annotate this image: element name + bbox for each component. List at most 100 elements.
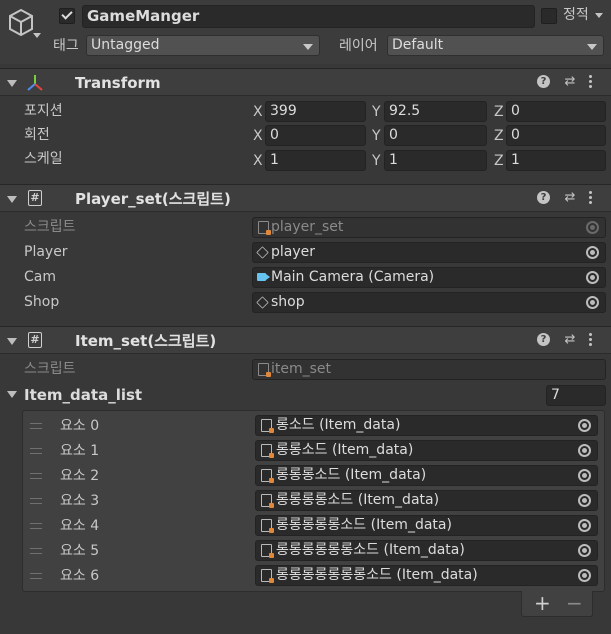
- drag-handle-icon[interactable]: [30, 548, 42, 554]
- script-field: player_set: [252, 217, 606, 238]
- rotation-label: 회전: [24, 127, 50, 143]
- scriptable-object-icon: [261, 494, 274, 508]
- list-foldout-arrow-icon[interactable]: [7, 391, 17, 398]
- object-picker-icon: [586, 221, 599, 234]
- object-picker-icon[interactable]: [578, 544, 591, 557]
- element-label: 요소 5: [60, 543, 100, 559]
- remove-element-button[interactable]: −: [566, 592, 583, 614]
- player-field[interactable]: player: [252, 242, 606, 263]
- icon-dropdown-arrow-icon[interactable]: [33, 33, 41, 38]
- position-z-field[interactable]: 0: [506, 101, 606, 122]
- element-field[interactable]: 롱롱롱롱롱소드 (Item_data): [255, 515, 598, 536]
- object-picker-icon[interactable]: [586, 246, 599, 259]
- object-picker-icon[interactable]: [578, 569, 591, 582]
- transform-title: Transform: [75, 74, 161, 92]
- axis-x-label[interactable]: X: [253, 152, 263, 170]
- element-field[interactable]: 롱롱소드 (Item_data): [255, 440, 598, 461]
- drag-handle-icon[interactable]: [30, 573, 42, 579]
- script-asset-icon: [258, 221, 271, 235]
- active-toggle[interactable]: [59, 8, 75, 24]
- kebab-menu-icon[interactable]: [588, 332, 594, 348]
- object-picker-icon[interactable]: [586, 271, 599, 284]
- item-set-header[interactable]: # Item_set(스크립트) ? ⇄: [0, 326, 611, 354]
- shop-field[interactable]: shop: [252, 292, 606, 313]
- script-icon: #: [28, 190, 42, 206]
- object-picker-icon[interactable]: [578, 469, 591, 482]
- scale-x-field[interactable]: 1: [265, 150, 366, 171]
- foldout-arrow-icon[interactable]: [7, 196, 17, 203]
- object-name-field[interactable]: GameManger: [82, 5, 535, 28]
- help-icon[interactable]: ?: [537, 333, 550, 346]
- element-value: 롱롱소드 (Item_data): [276, 442, 414, 458]
- axis-x-label[interactable]: X: [253, 103, 263, 121]
- element-field[interactable]: 롱롱롱롱롱롱롱소드 (Item_data): [255, 565, 598, 586]
- gameobject-cube-icon[interactable]: [7, 8, 35, 38]
- position-x-field[interactable]: 399: [265, 101, 366, 122]
- element-field[interactable]: 롱롱롱롱롱롱소드 (Item_data): [255, 540, 598, 561]
- transform-header[interactable]: Transform ? ⇄: [0, 68, 611, 96]
- axis-y-label[interactable]: Y: [372, 127, 381, 145]
- tag-value: Untagged: [91, 37, 160, 53]
- layer-dropdown[interactable]: Default: [387, 35, 604, 56]
- element-value: 롱롱롱롱롱소드 (Item_data): [276, 517, 452, 533]
- scriptable-object-icon: [261, 544, 274, 558]
- element-value: 롱롱롱롱롱롱소드 (Item_data): [276, 542, 465, 558]
- kebab-menu-icon[interactable]: [588, 74, 594, 90]
- help-icon[interactable]: ?: [537, 75, 550, 88]
- tag-label: 태그: [53, 38, 79, 54]
- axis-x-label[interactable]: X: [253, 127, 263, 145]
- element-label: 요소 3: [60, 493, 100, 509]
- axis-z-label[interactable]: Z: [494, 127, 504, 145]
- axis-z-label[interactable]: Z: [494, 152, 504, 170]
- preset-sliders-icon[interactable]: ⇄: [563, 190, 577, 206]
- scale-z-field[interactable]: 1: [506, 150, 606, 171]
- element-field[interactable]: 롱롱롱롱소드 (Item_data): [255, 490, 598, 511]
- shop-label: Shop: [24, 294, 60, 310]
- object-picker-icon[interactable]: [578, 444, 591, 457]
- list-footer: + −: [521, 591, 593, 617]
- drag-handle-icon[interactable]: [30, 523, 42, 529]
- layer-value: Default: [392, 37, 444, 53]
- add-element-button[interactable]: +: [534, 592, 551, 614]
- tag-dropdown[interactable]: Untagged: [86, 35, 320, 56]
- list-item: 요소 0 롱소드 (Item_data) 요소 1 롱롱소드 (Item_dat…: [22, 414, 605, 590]
- object-picker-icon[interactable]: [578, 419, 591, 432]
- foldout-arrow-icon[interactable]: [7, 338, 17, 345]
- scale-y-field[interactable]: 1: [384, 150, 487, 171]
- preset-sliders-icon[interactable]: ⇄: [563, 74, 577, 90]
- static-dropdown-arrow-icon[interactable]: [595, 13, 603, 18]
- element-field[interactable]: 롱롱롱소드 (Item_data): [255, 465, 598, 486]
- help-icon[interactable]: ?: [537, 191, 550, 204]
- player-set-header[interactable]: # Player_set(스크립트) ? ⇄: [0, 184, 611, 212]
- axis-z-label[interactable]: Z: [494, 103, 504, 121]
- drag-handle-icon[interactable]: [30, 473, 42, 479]
- element-value: 롱소드 (Item_data): [276, 417, 401, 433]
- object-picker-icon[interactable]: [586, 296, 599, 309]
- rotation-x-field[interactable]: 0: [265, 125, 366, 146]
- object-picker-icon[interactable]: [578, 519, 591, 532]
- item-set-title: Item_set(스크립트): [75, 332, 217, 350]
- axis-y-label[interactable]: Y: [372, 152, 381, 170]
- foldout-arrow-icon[interactable]: [7, 80, 17, 87]
- object-picker-icon[interactable]: [578, 494, 591, 507]
- axis-y-label[interactable]: Y: [372, 103, 381, 121]
- drag-handle-icon[interactable]: [30, 423, 42, 429]
- script-label: 스크립트: [24, 219, 76, 235]
- scriptable-object-icon: [261, 469, 274, 483]
- rotation-y-field[interactable]: 0: [384, 125, 487, 146]
- cam-field[interactable]: Main Camera (Camera): [252, 267, 606, 288]
- preset-sliders-icon[interactable]: ⇄: [563, 332, 577, 348]
- element-label: 요소 1: [60, 443, 100, 459]
- static-toggle[interactable]: [541, 8, 557, 24]
- drag-handle-icon[interactable]: [30, 498, 42, 504]
- component-header-icons: ? ⇄: [537, 190, 607, 208]
- element-value: 롱롱롱소드 (Item_data): [276, 467, 427, 483]
- position-y-field[interactable]: 92.5: [384, 101, 487, 122]
- list-size-field[interactable]: 7: [546, 385, 606, 406]
- rotation-z-field[interactable]: 0: [506, 125, 606, 146]
- kebab-menu-icon[interactable]: [588, 190, 594, 206]
- item-data-list-label[interactable]: Item_data_list: [24, 386, 142, 404]
- element-value: 롱롱롱롱소드 (Item_data): [276, 492, 440, 508]
- drag-handle-icon[interactable]: [30, 448, 42, 454]
- element-field[interactable]: 롱소드 (Item_data): [255, 415, 598, 436]
